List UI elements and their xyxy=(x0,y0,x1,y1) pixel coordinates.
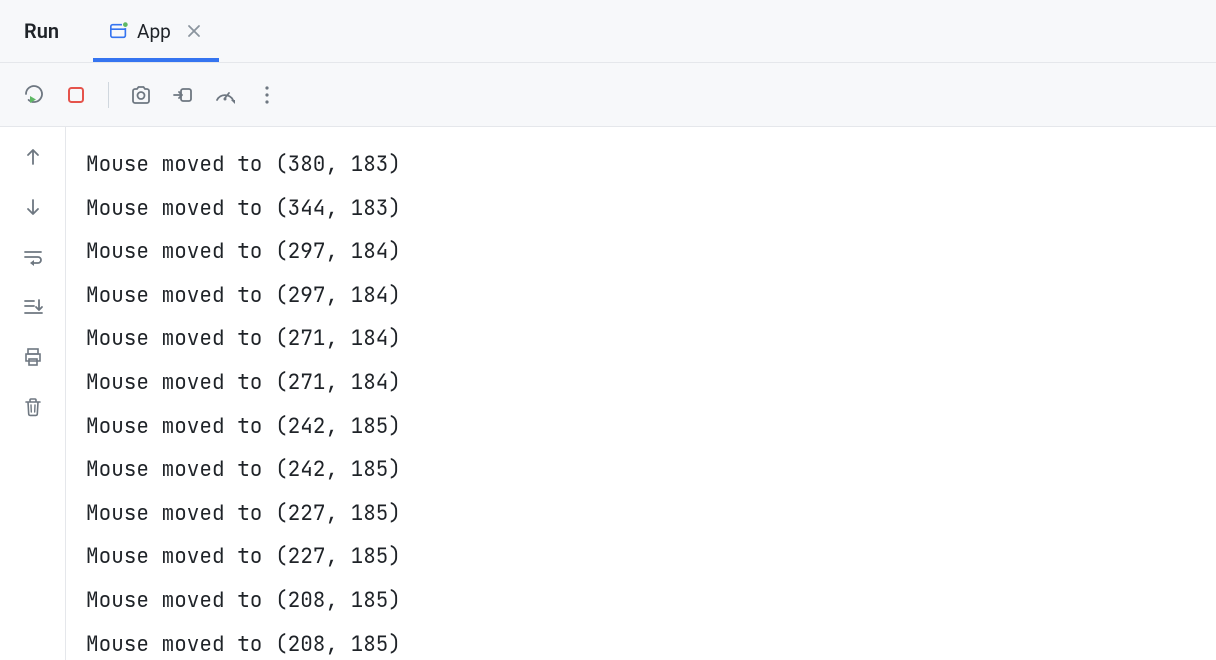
console-output[interactable]: Mouse moved to (380, 183)Mouse moved to … xyxy=(66,127,1216,660)
content-area: Mouse moved to (380, 183)Mouse moved to … xyxy=(0,127,1216,660)
print-button[interactable] xyxy=(19,343,47,371)
panel-title: Run xyxy=(10,19,73,43)
console-line: Mouse moved to (271, 184) xyxy=(86,317,1196,361)
console-line: Mouse moved to (297, 184) xyxy=(86,274,1196,318)
console-line: Mouse moved to (242, 185) xyxy=(86,448,1196,492)
profiler-button[interactable] xyxy=(207,77,243,113)
divider xyxy=(108,82,109,108)
console-line: Mouse moved to (227, 185) xyxy=(86,535,1196,579)
attach-debugger-button[interactable] xyxy=(165,77,201,113)
console-line: Mouse moved to (344, 183) xyxy=(86,187,1196,231)
down-arrow-button[interactable] xyxy=(19,193,47,221)
close-icon[interactable] xyxy=(185,22,203,40)
screenshot-button[interactable] xyxy=(123,77,159,113)
stop-button[interactable] xyxy=(58,77,94,113)
tab-label: App xyxy=(137,20,171,43)
console-line: Mouse moved to (227, 185) xyxy=(86,492,1196,536)
toolbar xyxy=(0,63,1216,127)
console-line: Mouse moved to (242, 185) xyxy=(86,405,1196,449)
gutter xyxy=(0,127,66,660)
console-line: Mouse moved to (380, 183) xyxy=(86,143,1196,187)
up-arrow-button[interactable] xyxy=(19,143,47,171)
console-line: Mouse moved to (297, 184) xyxy=(86,230,1196,274)
console-line: Mouse moved to (208, 185) xyxy=(86,623,1196,660)
tab-app[interactable]: App xyxy=(93,0,219,62)
app-window-icon xyxy=(109,21,129,41)
more-options-button[interactable] xyxy=(249,77,285,113)
tab-group: App xyxy=(93,0,219,62)
trash-button[interactable] xyxy=(19,393,47,421)
console-line: Mouse moved to (208, 185) xyxy=(86,579,1196,623)
scroll-to-end-button[interactable] xyxy=(19,293,47,321)
rerun-button[interactable] xyxy=(16,77,52,113)
soft-wrap-button[interactable] xyxy=(19,243,47,271)
console-line: Mouse moved to (271, 184) xyxy=(86,361,1196,405)
tab-bar: Run App xyxy=(0,0,1216,63)
